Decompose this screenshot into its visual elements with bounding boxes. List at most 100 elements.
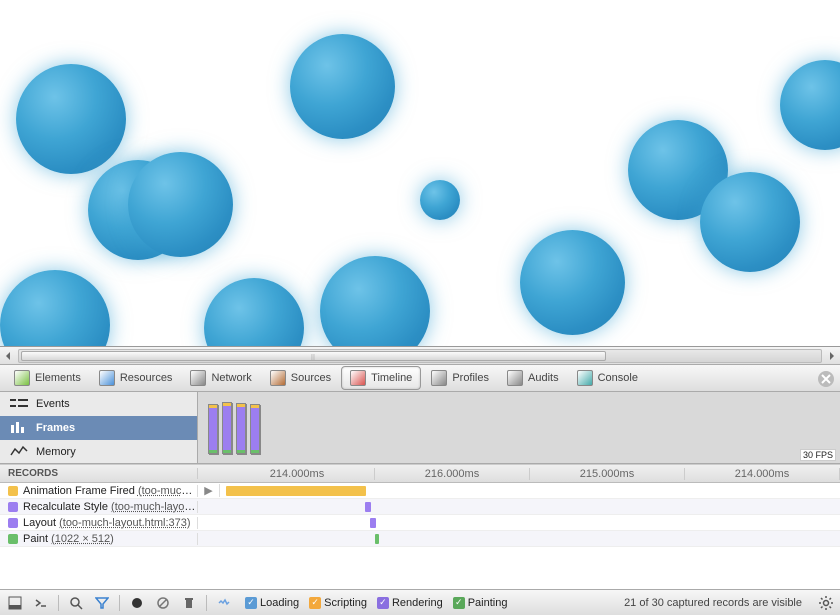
record-bar-area [220, 499, 840, 514]
network-icon [190, 370, 206, 386]
scroll-thumb[interactable]: ⠿ [21, 351, 606, 361]
events-icon [10, 397, 28, 411]
record-color-chip [8, 534, 18, 544]
tab-label: Resources [120, 372, 173, 384]
tab-timeline[interactable]: Timeline [341, 366, 421, 390]
tab-label: Sources [291, 372, 331, 384]
close-devtools-icon[interactable] [818, 371, 834, 387]
legend-item-rendering[interactable]: ✓Rendering [377, 597, 443, 609]
tab-network[interactable]: Network [182, 367, 259, 389]
view-memory[interactable]: Memory [0, 440, 197, 464]
legend-label: Loading [260, 597, 299, 609]
bubble [16, 64, 126, 174]
timeline-overview-row: Events Frames Memory 30 FPS [0, 392, 840, 464]
time-header: 216.000ms [375, 468, 530, 480]
bubble [700, 172, 800, 272]
records-panel: RECORDS 214.000ms216.000ms215.000ms214.0… [0, 464, 840, 547]
tab-label: Audits [528, 372, 559, 384]
console-toggle-icon[interactable] [32, 594, 50, 612]
record-bar [370, 518, 376, 528]
record-color-chip [8, 502, 18, 512]
glue-icon[interactable] [215, 594, 233, 612]
records-title: RECORDS [0, 468, 198, 479]
page-viewport [0, 0, 840, 346]
record-row[interactable]: Animation Frame Fired (too-much-...▶ [0, 483, 840, 499]
tab-profiles[interactable]: Profiles [423, 367, 497, 389]
view-events-label: Events [36, 398, 70, 410]
view-frames-label: Frames [36, 422, 75, 434]
time-header: 214.000ms [220, 468, 375, 480]
tab-label: Elements [35, 372, 81, 384]
profiles-icon [431, 370, 447, 386]
legend: ✓Loading✓Scripting✓Rendering✓Painting [245, 597, 507, 609]
resources-icon [99, 370, 115, 386]
record-row[interactable]: Layout (too-much-layout.html:373) [0, 515, 840, 531]
view-frames[interactable]: Frames [0, 416, 197, 440]
frames-bars [208, 398, 260, 454]
bubble [128, 152, 233, 257]
frames-overview[interactable]: 30 FPS [198, 392, 840, 463]
bubble [204, 278, 304, 346]
clear-icon[interactable] [154, 594, 172, 612]
bubble [320, 256, 430, 346]
bubble [520, 230, 625, 335]
expand-icon[interactable]: ▶ [198, 484, 220, 497]
scroll-track[interactable]: ⠿ [18, 349, 822, 363]
view-events[interactable]: Events [0, 392, 197, 416]
sources-icon [270, 370, 286, 386]
record-color-chip [8, 486, 18, 496]
view-memory-label: Memory [36, 446, 76, 458]
record-name: Layout (too-much-layout.html:373) [23, 517, 191, 529]
tab-elements[interactable]: Elements [6, 367, 89, 389]
elements-icon [14, 370, 30, 386]
console-icon [577, 370, 593, 386]
checkbox-icon: ✓ [245, 597, 257, 609]
record-color-chip [8, 518, 18, 528]
devtools-tabbar: Elements Resources Network Sources Timeline P… [0, 364, 840, 392]
legend-item-scripting[interactable]: ✓Scripting [309, 597, 367, 609]
records-header: RECORDS 214.000ms216.000ms215.000ms214.0… [0, 465, 840, 483]
horizontal-scrollbar[interactable]: ⠿ [0, 346, 840, 364]
legend-label: Rendering [392, 597, 443, 609]
legend-item-loading[interactable]: ✓Loading [245, 597, 299, 609]
record-bar-area [220, 515, 840, 530]
record-bar [365, 502, 371, 512]
bottom-toolbar: ✓Loading✓Scripting✓Rendering✓Painting 21… [0, 589, 840, 615]
checkbox-icon: ✓ [453, 597, 465, 609]
record-icon[interactable] [128, 594, 146, 612]
bubble [290, 34, 395, 139]
bubble [780, 60, 840, 150]
record-bar-area [220, 531, 840, 546]
record-bar-area [220, 483, 840, 498]
fps-label: 30 FPS [800, 449, 836, 461]
settings-gear-icon[interactable] [818, 595, 834, 611]
tab-audits[interactable]: Audits [499, 367, 567, 389]
dock-icon[interactable] [6, 594, 24, 612]
tab-resources[interactable]: Resources [91, 367, 181, 389]
tab-label: Console [598, 372, 638, 384]
bubble [0, 270, 110, 346]
time-header: 214.000ms [685, 468, 840, 480]
tab-label: Profiles [452, 372, 489, 384]
frames-icon [10, 421, 28, 435]
record-row[interactable]: Recalculate Style (too-much-layou... [0, 499, 840, 515]
record-row[interactable]: Paint (1022 × 512) [0, 531, 840, 547]
time-header: 215.000ms [530, 468, 685, 480]
views-sidebar: Events Frames Memory [0, 392, 198, 463]
filter-icon[interactable] [93, 594, 111, 612]
tab-label: Timeline [371, 372, 412, 384]
legend-label: Scripting [324, 597, 367, 609]
scroll-right-arrow-icon[interactable] [824, 348, 840, 364]
search-icon[interactable] [67, 594, 85, 612]
tab-sources[interactable]: Sources [262, 367, 339, 389]
tab-console[interactable]: Console [569, 367, 646, 389]
scroll-left-arrow-icon[interactable] [0, 348, 16, 364]
tab-label: Network [211, 372, 251, 384]
legend-item-painting[interactable]: ✓Painting [453, 597, 508, 609]
status-text: 21 of 30 captured records are visible [624, 597, 802, 609]
checkbox-icon: ✓ [377, 597, 389, 609]
garbage-icon[interactable] [180, 594, 198, 612]
timeline-icon [350, 370, 366, 386]
memory-icon [10, 445, 28, 459]
checkbox-icon: ✓ [309, 597, 321, 609]
